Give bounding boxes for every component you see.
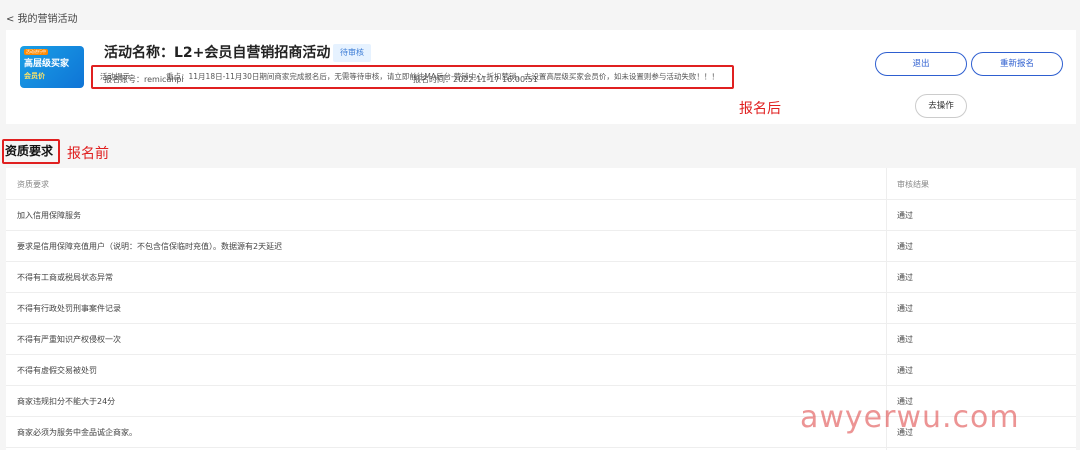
table-row: 不得有虚假交易被处罚 通过 — [6, 354, 1076, 386]
requirement-cell: 商家必须为服务中金品诚企商家。 — [17, 428, 137, 437]
requirement-cell: 不得有工商或税局状态异常 — [17, 273, 113, 282]
tip-text: 重点：11月18日-11月30日期间商家完成报名后，无需等待审核，请立即前往MA… — [166, 72, 719, 81]
annotation-before: 报名前 — [67, 146, 109, 162]
table-row: 加入信用保障服务 通过 — [6, 199, 1076, 231]
section-title: 资质要求 — [5, 144, 54, 158]
table-row: 不得有严重知识产权侵权一次 通过 — [6, 323, 1076, 355]
operate-button[interactable]: 去操作 — [915, 94, 967, 118]
requirement-cell: 不得有虚假交易被处罚 — [17, 366, 97, 375]
banner-line1: 高层级买家 — [24, 59, 70, 69]
tip-label: 活动提示： — [100, 72, 138, 81]
result-cell: 通过 — [897, 242, 913, 251]
table-row: 不得有行政处罚刑事案件记录 通过 — [6, 292, 1076, 324]
requirement-cell: 不得有严重知识产权侵权一次 — [17, 335, 121, 344]
status-badge: 待审核 — [333, 44, 371, 62]
exit-button[interactable]: 退出 — [875, 52, 967, 76]
top-bar: < 我的营销活动 — [0, 0, 1080, 30]
requirement-cell: 商家违规扣分不能大于24分 — [17, 397, 116, 406]
banner-tag: 活动进行中 — [24, 49, 48, 55]
back-link[interactable]: < 我的营销活动 — [6, 10, 78, 25]
table-header: 资质要求 审核结果 — [6, 168, 1076, 200]
result-cell: 通过 — [897, 273, 913, 282]
banner-line2: 会员价 — [24, 72, 45, 80]
result-cell: 通过 — [897, 366, 913, 375]
result-cell: 通过 — [897, 211, 913, 220]
header-requirement: 资质要求 — [17, 180, 49, 189]
result-cell: 通过 — [897, 335, 913, 344]
table-row: 要求是信用保障充值用户（说明：不包含信保临时充值）。数据源有2天延迟 通过 — [6, 230, 1076, 262]
requirement-cell: 要求是信用保障充值用户（说明：不包含信保临时充值）。数据源有2天延迟 — [17, 242, 283, 251]
activity-banner-image: 活动进行中 高层级买家 会员价 — [20, 46, 84, 88]
table-row: 不得有工商或税局状态异常 通过 — [6, 261, 1076, 293]
requirement-cell: 不得有行政处罚刑事案件记录 — [17, 304, 121, 313]
reapply-button[interactable]: 重新报名 — [971, 52, 1063, 76]
result-cell: 通过 — [897, 304, 913, 313]
header-result: 审核结果 — [897, 180, 929, 189]
watermark: awyerwu.com — [800, 400, 1020, 435]
activity-title: 活动名称：L2+会员自营销招商活动 — [104, 45, 331, 61]
requirement-cell: 加入信用保障服务 — [17, 211, 81, 220]
annotation-after: 报名后 — [739, 101, 781, 117]
